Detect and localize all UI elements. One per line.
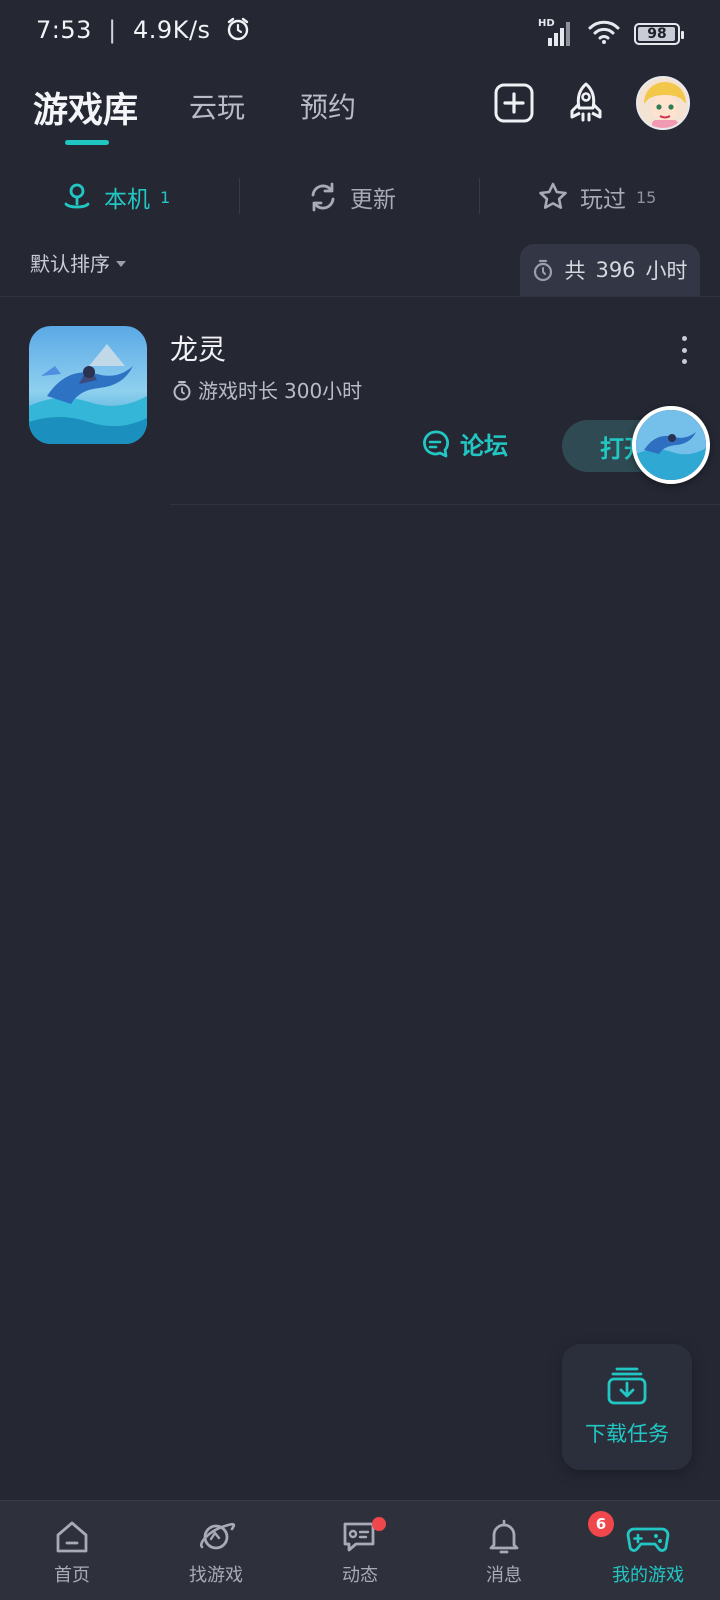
filter-divider — [479, 178, 480, 214]
refresh-icon — [311, 182, 335, 212]
active-tab-indicator — [65, 140, 109, 145]
signal-icon: HD — [538, 18, 574, 46]
total-prefix: 共 — [564, 259, 586, 283]
game-title[interactable]: 龙灵 — [170, 328, 226, 368]
gamepad-icon — [626, 1527, 670, 1552]
filter-played[interactable]: 玩过 15 — [536, 172, 656, 222]
timer-icon — [534, 259, 553, 282]
nav-home-label: 首页 — [54, 1565, 90, 1586]
status-bar-indicators: HD 98 — [538, 18, 684, 48]
nav-my-games[interactable]: 6 我的游戏 — [588, 1511, 708, 1587]
filter-played-label: 玩过 — [580, 187, 626, 213]
location-icon — [64, 183, 90, 209]
download-tray-icon — [607, 1367, 647, 1405]
nav-feed[interactable]: 动态 — [300, 1517, 420, 1587]
total-unit: 小时 — [645, 259, 688, 283]
game-more-menu-button[interactable] — [676, 336, 692, 364]
download-tasks-button[interactable]: 下载任务 — [562, 1344, 692, 1470]
planet-icon — [199, 1522, 236, 1550]
network-speed: 4.9K/s — [133, 16, 211, 44]
feed-notification-dot — [372, 1517, 386, 1531]
filter-local-label: 本机 — [104, 187, 150, 213]
timer-icon — [173, 380, 191, 400]
nav-find-games[interactable]: 找游戏 — [156, 1517, 276, 1587]
playtime-value: 300小时 — [284, 379, 363, 403]
nav-messages[interactable]: 消息 — [444, 1517, 564, 1587]
sort-label: 默认排序 — [30, 252, 110, 276]
filter-local[interactable]: 本机 1 — [60, 172, 170, 222]
nav-home[interactable]: 首页 — [12, 1517, 132, 1587]
nav-messages-label: 消息 — [486, 1565, 522, 1586]
filter-updates-label: 更新 — [350, 187, 396, 213]
filter-local-count: 1 — [160, 187, 171, 207]
divider — [0, 296, 720, 297]
playtime-label: 游戏时长 — [198, 379, 278, 403]
forum-icon — [423, 430, 450, 457]
my-games-badge: 6 — [588, 1511, 614, 1537]
filter-divider — [239, 178, 240, 214]
nav-feed-label: 动态 — [342, 1565, 378, 1586]
user-avatar[interactable] — [636, 76, 690, 130]
star-icon — [539, 182, 567, 209]
caret-down-icon — [116, 261, 126, 267]
tab-reservations[interactable]: 预约 — [300, 86, 356, 126]
divider — [170, 504, 720, 505]
home-icon — [56, 1521, 88, 1553]
total-playtime: 共 396 小时 — [520, 244, 700, 296]
total-value: 396 — [595, 258, 636, 282]
sort-dropdown[interactable]: 默认排序 — [30, 248, 126, 277]
tab-cloud-play[interactable]: 云玩 — [189, 86, 245, 126]
filter-updates[interactable]: 更新 — [306, 172, 396, 222]
battery-text: 98 — [647, 26, 667, 42]
add-icon — [494, 83, 534, 123]
alarm-icon — [225, 16, 251, 48]
speed-up-button[interactable] — [563, 80, 609, 126]
tab-game-library[interactable]: 游戏库 — [33, 82, 138, 133]
dot — [681, 336, 687, 341]
bell-icon — [489, 1519, 519, 1554]
filter-played-count: 15 — [636, 187, 657, 207]
network-badge: HD — [538, 18, 555, 29]
game-icon-longling[interactable] — [29, 326, 147, 444]
add-game-button[interactable] — [491, 80, 537, 126]
forum-button[interactable]: 论坛 — [420, 426, 508, 461]
wifi-icon — [588, 20, 620, 48]
dot — [681, 347, 687, 353]
battery-icon: 98 — [634, 23, 684, 45]
rocket-icon — [570, 82, 602, 122]
nav-my-games-label: 我的游戏 — [612, 1565, 684, 1586]
game-playtime: 游戏时长 300小时 — [172, 375, 362, 404]
bottom-navigation: 首页 找游戏 动态 消息 6 我的游戏 — [0, 1500, 720, 1600]
floating-game-bubble[interactable] — [632, 406, 710, 484]
status-bar-time: 7:53 | 4.9K/s — [36, 16, 251, 48]
dot — [681, 359, 687, 364]
forum-label: 论坛 — [460, 432, 508, 460]
download-tasks-label: 下载任务 — [585, 1422, 669, 1446]
nav-find-games-label: 找游戏 — [189, 1565, 243, 1586]
